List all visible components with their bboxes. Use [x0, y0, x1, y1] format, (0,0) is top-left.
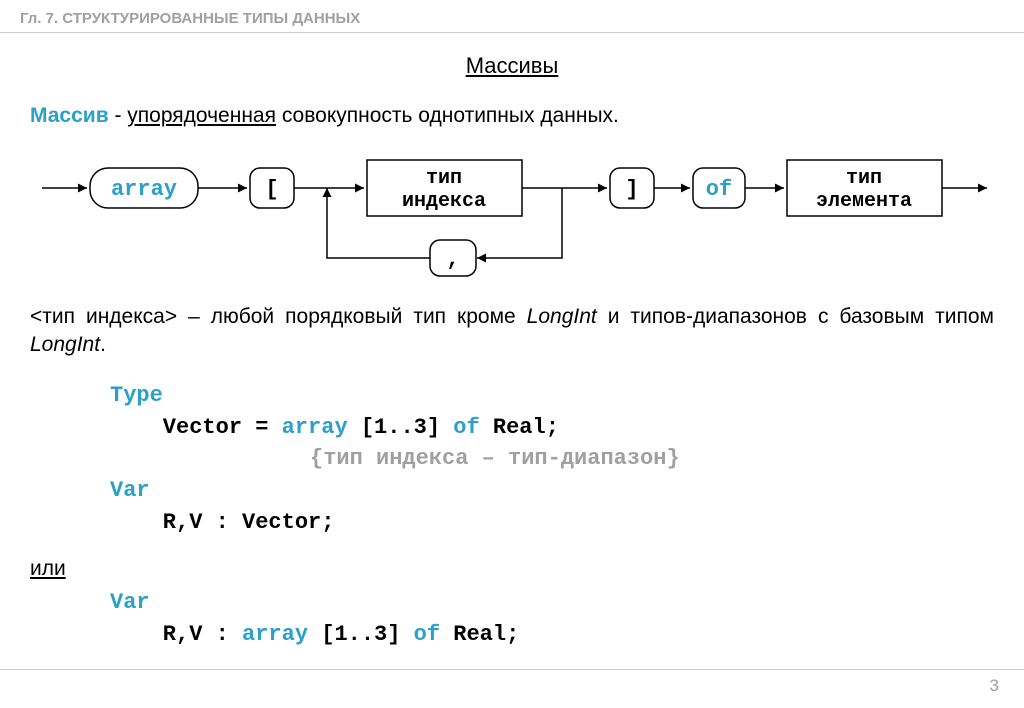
- kw-var-1: Var: [110, 478, 150, 503]
- c2-l2d: of: [414, 622, 440, 647]
- c2-l2e: Real;: [440, 622, 519, 647]
- definition: Массив - упорядоченная совокупность одно…: [30, 104, 994, 128]
- syntax-diagram: array [ тип индекса ] of тип элемента ,: [32, 148, 992, 288]
- chapter-header: Гл. 7. СТРУКТУРИРОВАННЫЕ ТИПЫ ДАННЫХ: [0, 0, 1024, 32]
- node-lbracket: [: [265, 177, 278, 202]
- term: Массив: [30, 104, 109, 127]
- kw-var-2: Var: [110, 590, 150, 615]
- node-of: of: [706, 177, 732, 202]
- c2-l2c: [1..3]: [308, 622, 414, 647]
- page-number: 3: [990, 676, 999, 696]
- node-comma: ,: [446, 247, 459, 272]
- node-elem-type-l2: элемента: [816, 190, 912, 213]
- node-index-type-l1: тип: [426, 167, 462, 190]
- page-title: Массивы: [0, 53, 1024, 79]
- divider-top: [0, 32, 1024, 33]
- c1-l5: R,V : Vector;: [110, 510, 334, 535]
- para-p5: .: [100, 333, 106, 356]
- dash: -: [109, 104, 128, 127]
- c1-l2d: of: [453, 415, 479, 440]
- node-index-type-l2: индекса: [402, 190, 486, 213]
- c1-l2b: array: [282, 415, 348, 440]
- para-p4: LongInt: [30, 333, 100, 356]
- code-block-1: Type Vector = array [1..3] of Real; {тип…: [110, 380, 1024, 539]
- kw-type: Type: [110, 383, 163, 408]
- node-elem-type-l1: тип: [846, 167, 882, 190]
- code-block-2: Var R,V : array [1..3] of Real;: [110, 587, 1024, 651]
- c1-l2c: [1..3]: [348, 415, 454, 440]
- paragraph-note: <тип индекса> – любой порядковый тип кро…: [30, 303, 994, 360]
- node-array: array: [111, 177, 177, 202]
- divider-bottom: [0, 669, 1024, 670]
- c2-l2b: array: [242, 622, 308, 647]
- para-p1: <тип индекса> – любой порядковый тип кро…: [30, 305, 527, 328]
- c2-l2a: R,V :: [110, 622, 242, 647]
- or-label: или: [30, 557, 1024, 581]
- para-p3: и типов-диапазонов с базовым типом: [597, 305, 994, 328]
- c1-comment: {тип индекса – тип-диапазон}: [310, 446, 680, 471]
- para-p2: LongInt: [527, 305, 597, 328]
- node-rbracket: ]: [625, 177, 638, 202]
- c1-l2e: Real;: [480, 415, 559, 440]
- c1-l2a: Vector =: [110, 415, 282, 440]
- definition-rest: совокупность однотипных данных.: [276, 104, 619, 127]
- definition-underlined: упорядоченная: [127, 104, 276, 127]
